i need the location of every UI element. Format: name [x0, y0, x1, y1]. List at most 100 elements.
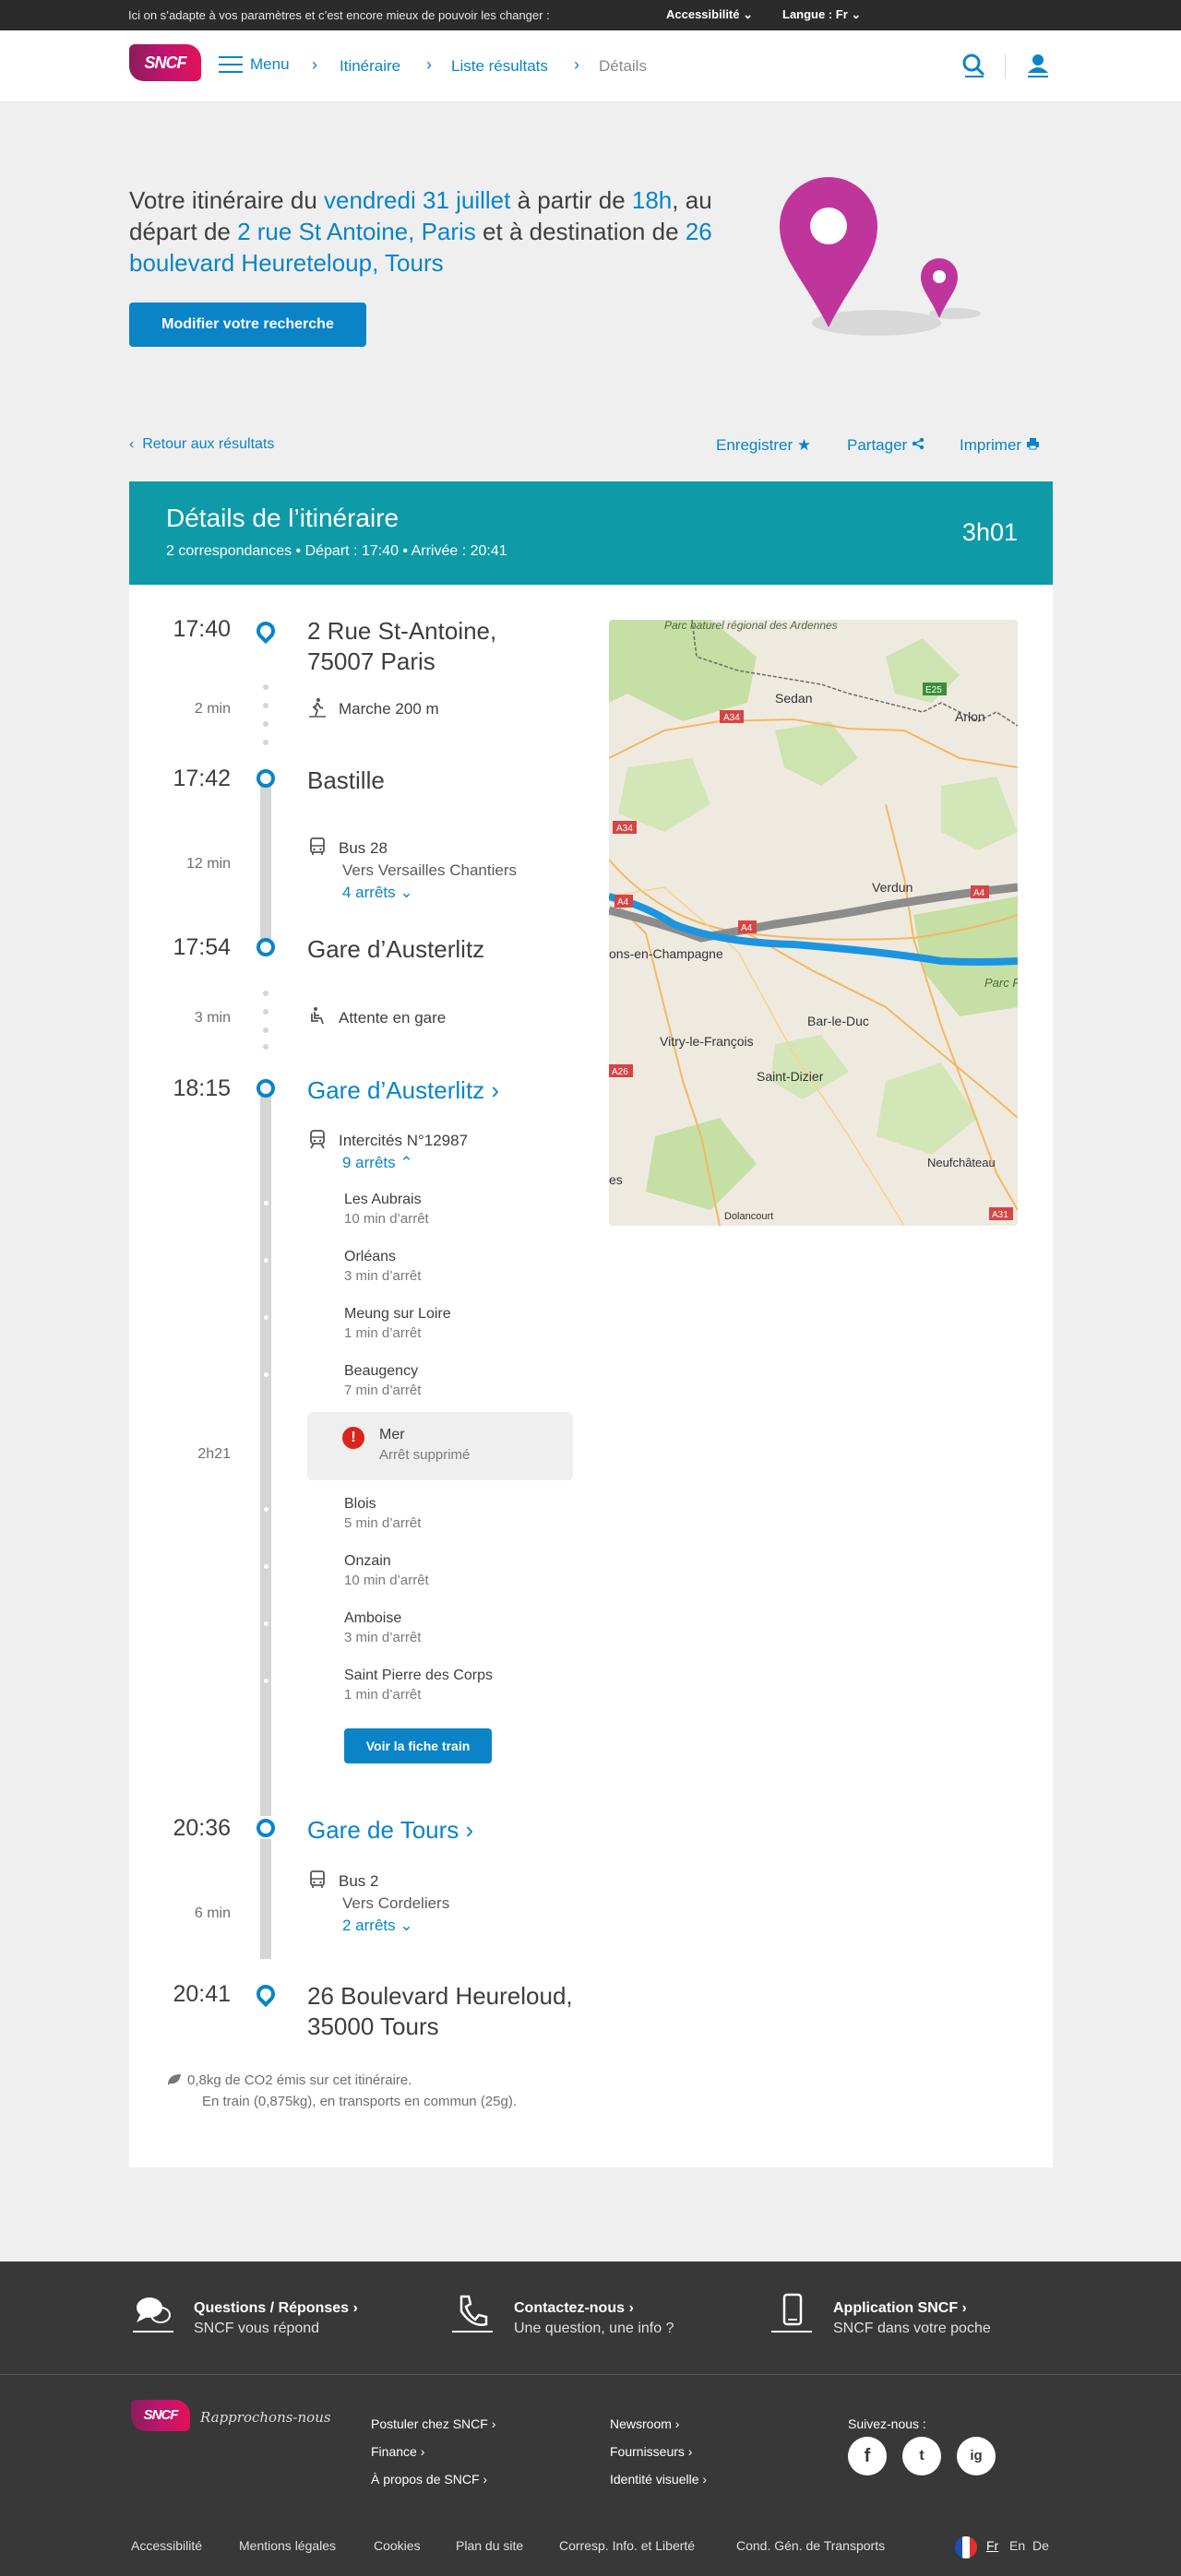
itinerary-details-header: Détails de l’itinéraire 2 correspondance… [129, 481, 1053, 585]
french-flag-icon [955, 2536, 977, 2558]
map-label: Parc naturel régional des Ardennes [664, 620, 838, 632]
train-icon [310, 1130, 325, 1149]
timeline-dot [263, 684, 268, 690]
footer-link[interactable]: À propos de SNCF › [371, 2472, 487, 2487]
bus-stops-toggle[interactable]: 4 arrêts ⌄ [342, 882, 517, 904]
bus-duration: 12 min [185, 856, 231, 872]
menu-button[interactable]: Menu [219, 55, 290, 74]
search-icon[interactable] [960, 51, 987, 78]
chevron-right-icon: › [426, 55, 432, 74]
footer-bottom-link[interactable]: Plan du site [456, 2538, 523, 2553]
timeline-dot [263, 1044, 268, 1050]
timeline-dot [263, 991, 268, 996]
total-duration: 3h01 [961, 518, 1018, 546]
intermediate-stop: Onzain 10 min d’arrêt [344, 1553, 429, 1588]
train-stops-toggle[interactable]: 9 arrêts ⌃ [342, 1152, 468, 1174]
map-label: Parc Ré de L [984, 976, 1018, 990]
chevron-right-icon: › [312, 55, 317, 74]
station-link-tours[interactable]: Gare de Tours › [307, 1815, 473, 1846]
language-de[interactable]: De [1032, 2538, 1049, 2553]
breadcrumb-liste-resultats[interactable]: Liste résultats [451, 57, 548, 76]
seat-waiting-icon [311, 1007, 324, 1025]
language-dropdown[interactable]: Langue : Fr ⌄ [782, 7, 861, 22]
print-button[interactable]: Imprimer [960, 436, 1040, 455]
map-label: Neufchâteau [927, 1156, 996, 1169]
footer-bottom-link[interactable]: Corresp. Info. et Liberté [559, 2538, 695, 2553]
smartphone-icon [771, 2293, 812, 2333]
breadcrumb-itineraire[interactable]: Itinéraire [340, 57, 400, 76]
save-button[interactable]: Enregistrer ★ [716, 436, 811, 455]
language-en[interactable]: En [1009, 2538, 1025, 2553]
date-link[interactable]: vendredi 31 juillet [324, 186, 510, 214]
footer-link[interactable]: Identité visuelle › [610, 2472, 707, 2487]
train-duration: 2h21 [197, 1446, 231, 1462]
footer-link[interactable]: Fournisseurs › [610, 2444, 692, 2459]
bus-leg: Bus 2 Vers Cordeliers 2 arrêts ⌄ [307, 1870, 449, 1937]
alert-icon: ! [342, 1427, 364, 1449]
wait-duration: 3 min [194, 1010, 231, 1026]
map-label: Verdun [872, 880, 913, 895]
app-link[interactable]: Application SNCF › SNCF dans votre poche [833, 2298, 991, 2339]
chevron-down-icon: ⌄ [400, 1917, 413, 1934]
bus-leg: Bus 28 Vers Versailles Chantiers 4 arrêt… [307, 837, 517, 904]
utility-message: Ici on s’adapte à vos paramètres et c’es… [128, 8, 550, 22]
back-to-results-link[interactable]: ‹ Retour aux résultats [129, 436, 274, 453]
footer-link[interactable]: Finance › [371, 2444, 424, 2459]
destination-address: 26 Boulevard Heureloud, 35000 Tours [307, 1982, 573, 2040]
site-footer: Questions / Réponses › SNCF vous répond C… [0, 2261, 1181, 2576]
stop-node [256, 1819, 275, 1837]
sncf-footer-logo[interactable]: SNCF [131, 2400, 190, 2431]
footer-bottom-link[interactable]: Accessibilité [131, 2538, 202, 2553]
modify-search-button[interactable]: Modifier votre recherche [129, 303, 366, 347]
bus-duration: 6 min [194, 1905, 231, 1921]
station-link-austerlitz[interactable]: Gare d’Austerlitz › [307, 1075, 499, 1106]
svg-text:A34: A34 [723, 713, 740, 723]
map-label: Bar-le-Duc [807, 1014, 869, 1028]
share-button[interactable]: Partager [847, 436, 925, 455]
utility-bar: Ici on s’adapte à vos paramètres et c’es… [0, 0, 1181, 30]
origin-link[interactable]: 2 rue St Antoine, Paris [237, 218, 476, 245]
facebook-icon[interactable]: f [848, 2437, 887, 2475]
faq-link[interactable]: Questions / Réponses › SNCF vous répond [194, 2298, 358, 2339]
footer-bottom-link[interactable]: Cookies [374, 2538, 421, 2553]
chat-bubbles-icon [133, 2297, 173, 2333]
departure-time: 17:40 [173, 616, 231, 642]
instagram-icon[interactable]: ig [957, 2437, 996, 2475]
stop-time: 20:36 [173, 1815, 231, 1841]
stop-node [256, 769, 275, 788]
sncf-logo[interactable]: SNCF [129, 44, 201, 81]
chevron-down-icon: ⌄ [743, 7, 754, 21]
stop-time: 18:15 [173, 1075, 231, 1101]
intermediate-stop: Amboise 3 min d’arrêt [344, 1610, 422, 1645]
itinerary-details-card: 17:40 2 Rue St-Antoine, 75007 Paris 2 min… [129, 585, 1053, 2167]
user-account-icon[interactable] [1024, 51, 1052, 78]
timeline-dot [263, 1009, 268, 1015]
bus-stops-toggle[interactable]: 2 arrêts ⌄ [342, 1915, 449, 1937]
footer-tagline: Rapprochons-nous [200, 2409, 331, 2426]
stop-node [256, 938, 275, 956]
route-map[interactable]: Parc naturel régional des Ardennes Sedan… [609, 620, 1018, 1226]
site-header: SNCF Menu › Itinéraire › Liste résultats… [0, 30, 1181, 102]
co2-info: 0,8kg de CO2 émis sur cet itinéraire. En… [166, 2070, 517, 2112]
details-title: Détails de l’itinéraire [166, 504, 400, 532]
details-subtitle: 2 correspondances • Départ : 17:40 • Arr… [166, 543, 507, 559]
wait-leg: Attente en gare [307, 1006, 446, 1029]
footer-link[interactable]: Postuler chez SNCF › [371, 2416, 495, 2431]
svg-text:A4: A4 [617, 897, 629, 908]
origin-pin-icon [252, 617, 280, 645]
footer-bottom-link[interactable]: Cond. Gén. de Transports [736, 2538, 885, 2553]
breadcrumb-details: Détails [599, 57, 647, 75]
hour-link[interactable]: 18h [632, 186, 672, 214]
map-label: Sedan [775, 691, 812, 706]
twitter-icon[interactable]: t [902, 2437, 941, 2475]
contact-link[interactable]: Contactez-nous › Une question, une info ? [514, 2298, 674, 2339]
footer-bottom-link[interactable]: Mentions légales [239, 2538, 336, 2553]
timeline-dot [263, 703, 268, 708]
accessibility-dropdown[interactable]: Accessibilité ⌄ [666, 7, 753, 22]
divider [1005, 54, 1006, 78]
footer-link[interactable]: Newsroom › [610, 2416, 679, 2431]
intermediate-stop: Blois 5 min d’arrêt [344, 1496, 422, 1531]
cancelled-stop-alert: ! Mer Arrêt supprimé [307, 1412, 573, 1480]
train-sheet-button[interactable]: Voir la fiche train [344, 1728, 492, 1763]
language-fr[interactable]: Fr [986, 2538, 998, 2553]
